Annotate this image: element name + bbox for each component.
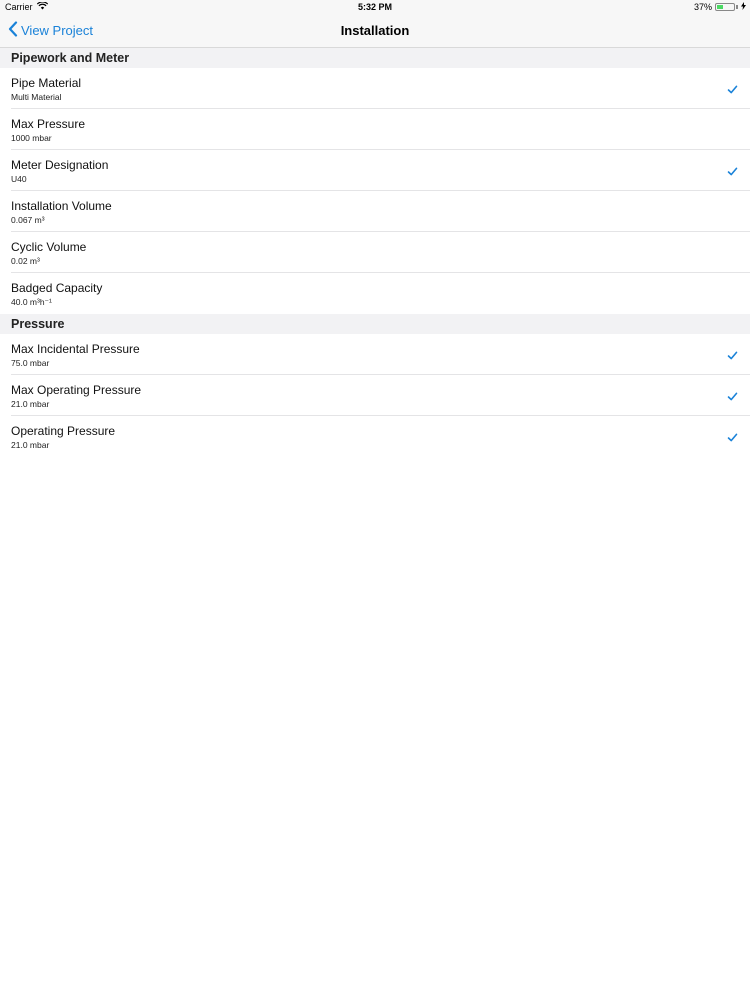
row-title: Operating Pressure: [11, 424, 116, 438]
checkmark-icon: [727, 348, 738, 360]
checkmark-icon: [727, 164, 738, 176]
settings-table: Pipework and Meter Pipe Material Multi Mat…: [0, 48, 750, 457]
row-value: 1000 mbar: [11, 133, 52, 143]
battery-icon: [715, 3, 735, 11]
row-value: 21.0 mbar: [11, 440, 50, 450]
table-row[interactable]: Meter Designation U40: [0, 150, 750, 191]
row-title: Installation Volume: [11, 199, 112, 213]
row-value: 0.02 m³: [11, 256, 40, 266]
checkmark-icon: [727, 430, 738, 442]
charging-icon: [741, 0, 746, 14]
table-row[interactable]: Max Operating Pressure 21.0 mbar: [0, 375, 750, 416]
status-time: 5:32 PM: [357, 2, 392, 12]
section-header: Pipework and Meter: [0, 48, 750, 68]
table-row[interactable]: Pipe Material Multi Material: [0, 68, 750, 109]
status-right: 37%: [694, 0, 746, 14]
row-value: 0.067 m³: [11, 215, 45, 225]
table-row[interactable]: Max Incidental Pressure 75.0 mbar: [0, 334, 750, 375]
battery-cap: [736, 5, 738, 9]
row-value: 21.0 mbar: [11, 399, 50, 409]
row-title: Max Pressure: [11, 117, 86, 131]
row-value: 40.0 m³h⁻¹: [11, 297, 52, 307]
battery-fill: [717, 5, 723, 9]
battery-percent: 37%: [693, 2, 712, 12]
row-title: Badged Capacity: [11, 281, 103, 295]
table-row[interactable]: Installation Volume 0.067 m³: [0, 191, 750, 232]
status-bar: Carrier 5:32 PM 37%: [0, 0, 750, 14]
table-row[interactable]: Badged Capacity 40.0 m³h⁻¹: [0, 273, 750, 314]
row-value: 75.0 mbar: [11, 358, 50, 368]
checkmark-icon: [727, 389, 738, 401]
table-row[interactable]: Operating Pressure 21.0 mbar: [0, 416, 750, 457]
row-value: U40: [11, 174, 27, 184]
row-title: Cyclic Volume: [11, 240, 87, 254]
row-title: Max Operating Pressure: [11, 383, 142, 397]
section-header: Pressure: [0, 314, 750, 334]
navigation-bar: View Project Installation: [0, 14, 750, 48]
checkmark-icon: [727, 82, 738, 94]
row-title: Pipe Material: [11, 76, 82, 90]
row-title: Meter Designation: [11, 158, 109, 172]
table-row[interactable]: Max Pressure 1000 mbar: [0, 109, 750, 150]
page-title: Installation: [340, 23, 410, 38]
row-title: Max Incidental Pressure: [11, 342, 140, 356]
row-value: Multi Material: [11, 92, 62, 102]
table-row[interactable]: Cyclic Volume 0.02 m³: [0, 232, 750, 273]
